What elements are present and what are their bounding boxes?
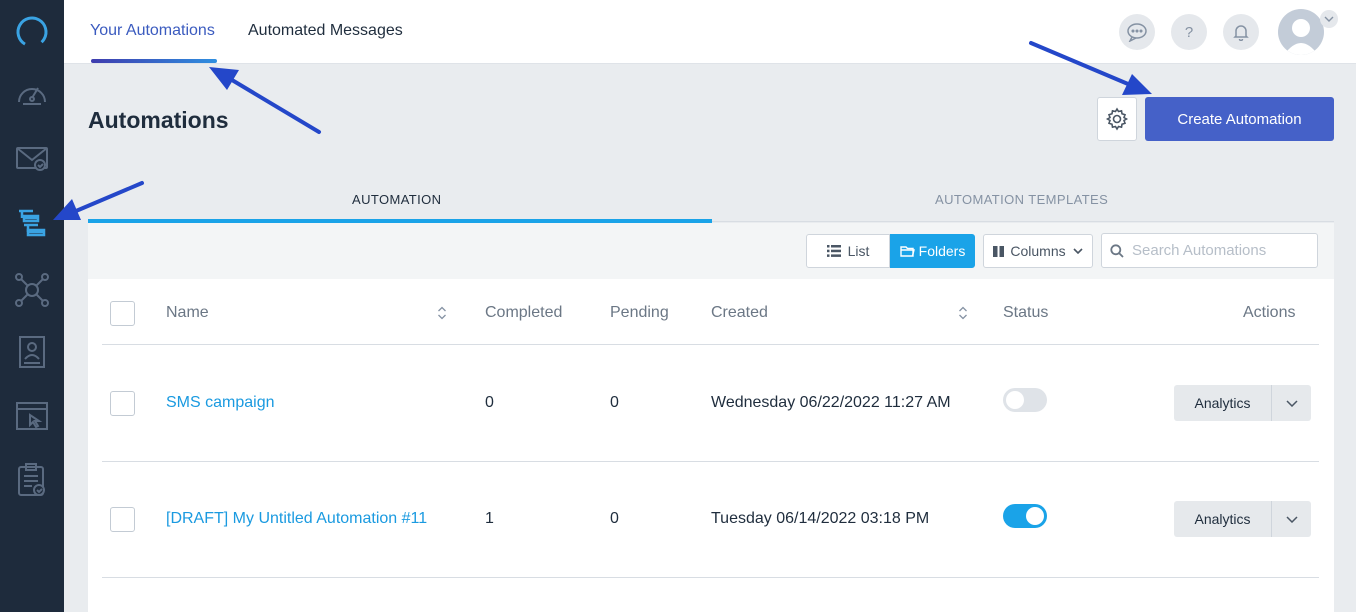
column-header-completed: Completed <box>485 304 563 321</box>
analytics-button[interactable]: Analytics <box>1174 385 1271 421</box>
annotation-arrow <box>230 78 321 134</box>
select-all-checkbox[interactable] <box>110 301 135 326</box>
automations-panel: List Folders Columns Name Completed Pend… <box>88 223 1334 612</box>
notifications-button[interactable] <box>1223 14 1259 50</box>
row-divider <box>102 577 1319 578</box>
pending-count: 0 <box>610 394 619 411</box>
row-checkbox[interactable] <box>110 507 135 532</box>
folder-icon <box>899 246 915 257</box>
analytics-button[interactable]: Analytics <box>1174 501 1271 537</box>
chat-button[interactable] <box>1119 14 1155 50</box>
status-toggle[interactable] <box>1003 504 1047 528</box>
columns-dropdown[interactable]: Columns <box>983 234 1093 268</box>
automations-icon[interactable] <box>14 206 50 242</box>
page-title: Automations <box>88 107 229 133</box>
landing-page-icon[interactable] <box>14 398 50 434</box>
annotation-arrow <box>74 181 144 213</box>
search-icon <box>1110 243 1124 258</box>
toolbar: List Folders Columns <box>88 223 1334 279</box>
help-icon: ? <box>1184 23 1194 41</box>
chevron-down-icon <box>1285 399 1298 407</box>
row-checkbox[interactable] <box>110 391 135 416</box>
sort-icon[interactable] <box>958 305 968 321</box>
analytics-split-button[interactable]: Analytics <box>1174 385 1311 421</box>
column-header-pending: Pending <box>610 304 669 321</box>
avatar[interactable] <box>1278 9 1324 55</box>
chevron-down-icon <box>1073 248 1083 254</box>
top-bar: Your Automations Automated Messages ? <box>64 0 1356 64</box>
columns-label: Columns <box>1010 243 1066 259</box>
gear-icon <box>1105 107 1129 131</box>
logo-icon[interactable] <box>14 14 50 50</box>
list-view-button[interactable]: List <box>806 234 890 268</box>
list-view-label: List <box>847 243 870 259</box>
status-toggle[interactable] <box>1003 388 1047 412</box>
search-input[interactable] <box>1132 242 1312 259</box>
column-header-status: Status <box>1003 304 1049 321</box>
sidebar <box>0 0 64 612</box>
column-header-created[interactable]: Created <box>711 304 768 322</box>
folders-view-button[interactable]: Folders <box>890 234 975 268</box>
actions-dropdown[interactable] <box>1271 385 1311 421</box>
completed-count: 0 <box>485 394 494 411</box>
header-divider <box>102 344 1319 345</box>
sort-icon[interactable] <box>437 305 447 321</box>
search-box[interactable] <box>1101 233 1318 268</box>
campaigns-icon[interactable] <box>14 140 50 176</box>
automation-name-link[interactable]: [DRAFT] My Untitled Automation #11 <box>166 510 427 528</box>
row-divider <box>102 461 1319 462</box>
actions-dropdown[interactable] <box>1271 501 1311 537</box>
annotation-arrowhead <box>209 67 239 90</box>
settings-button[interactable] <box>1097 97 1137 141</box>
active-tab-indicator <box>91 59 217 63</box>
tab-your-automations[interactable]: Your Automations <box>90 22 215 40</box>
column-header-name[interactable]: Name <box>166 304 209 322</box>
bell-icon <box>1233 25 1249 41</box>
contacts-network-icon[interactable] <box>14 272 50 308</box>
pending-count: 0 <box>610 510 619 527</box>
create-automation-button[interactable]: Create Automation <box>1145 97 1334 141</box>
help-button[interactable]: ? <box>1171 14 1207 50</box>
created-date: Tuesday 06/14/2022 03:18 PM <box>711 510 930 527</box>
created-date: Wednesday 06/22/2022 11:27 AM <box>711 394 951 411</box>
chat-icon <box>1127 23 1147 42</box>
automation-name-link[interactable]: SMS campaign <box>166 394 275 412</box>
tab-automation-templates[interactable]: AUTOMATION TEMPLATES <box>935 192 1108 207</box>
folders-view-label: Folders <box>918 243 966 259</box>
tab-automated-messages[interactable]: Automated Messages <box>248 22 403 40</box>
section-tab-divider <box>712 221 1334 222</box>
list-icon <box>826 245 841 257</box>
annotation-arrowhead <box>1122 74 1152 95</box>
chevron-down-icon <box>1285 515 1298 523</box>
reports-icon[interactable] <box>14 462 50 498</box>
chevron-down-icon[interactable] <box>1320 10 1338 28</box>
column-header-actions: Actions <box>1243 304 1296 321</box>
columns-icon <box>993 245 1005 257</box>
forms-icon[interactable] <box>14 334 50 370</box>
dashboard-icon[interactable] <box>14 76 50 112</box>
tab-automation[interactable]: AUTOMATION <box>352 192 441 207</box>
completed-count: 1 <box>485 510 494 527</box>
analytics-split-button[interactable]: Analytics <box>1174 501 1311 537</box>
